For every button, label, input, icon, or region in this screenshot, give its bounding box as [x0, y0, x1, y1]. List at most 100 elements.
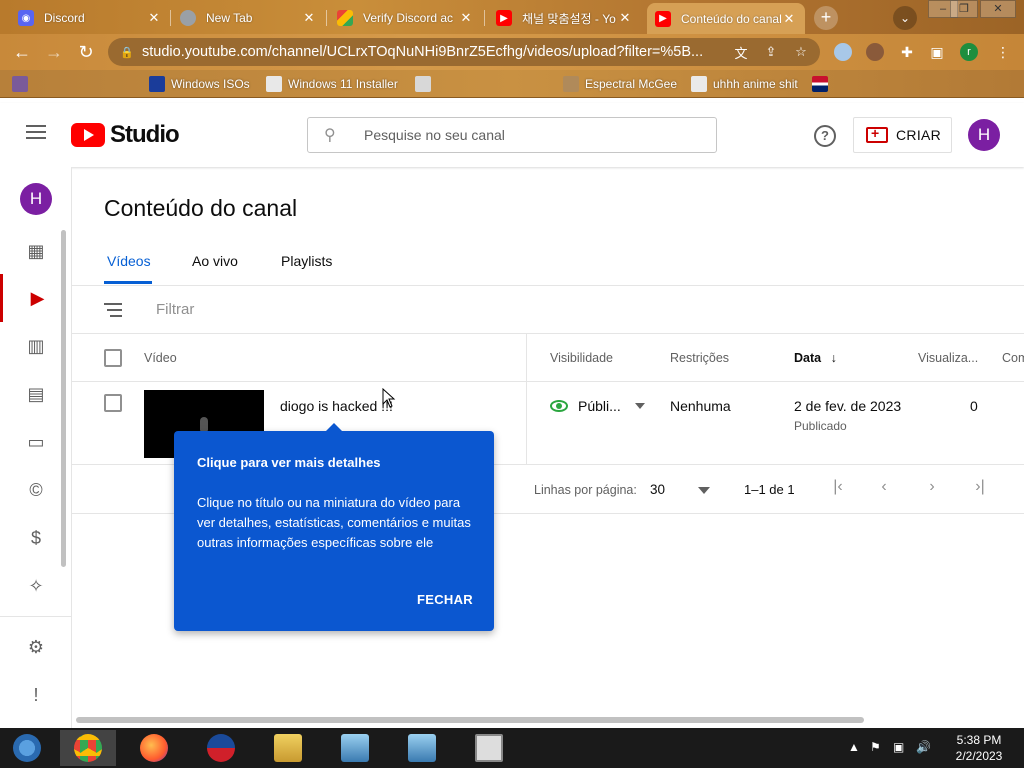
date-value: 2 de fev. de 2023	[794, 398, 902, 414]
address-bar[interactable]: 🔒 studio.youtube.com/channel/UCLrxTOqNuN…	[108, 38, 820, 66]
tooltip-title: Clique para ver mais detalhes	[197, 455, 381, 470]
bookmark-item[interactable]: Windows ISOs	[149, 75, 250, 93]
close-tab-icon[interactable]: ✕	[617, 10, 633, 26]
new-tab-button[interactable]: +	[814, 6, 838, 30]
first-page-icon[interactable]: |‹	[828, 478, 848, 496]
close-tab-icon[interactable]: ✕	[781, 11, 797, 27]
video-title[interactable]: diogo is hacked !!!	[280, 398, 393, 414]
previous-page-icon[interactable]: ‹	[874, 478, 894, 496]
left-nav-rail: H ▦ ▶ ▥ ▤ ▭ © $ ✧ ⚙ !	[0, 167, 72, 728]
tab-live[interactable]: Ao vivo	[192, 253, 238, 269]
taskbar-app[interactable]	[461, 730, 517, 766]
tab-label: Discord	[44, 11, 85, 25]
browser-menu-icon[interactable]: ⋮	[994, 43, 1012, 61]
bookmark-star-icon[interactable]: ☆	[790, 44, 812, 60]
network-icon[interactable]: ▣	[893, 740, 904, 754]
bookmark-folder-icon	[12, 76, 28, 92]
bookmark-item[interactable]	[415, 75, 437, 93]
column-visibility[interactable]: Visibilidade	[550, 351, 613, 365]
maximize-button[interactable]: ❐	[950, 0, 978, 18]
content-tabs: Vídeos Ao vivo Playlists	[72, 237, 1024, 286]
last-page-icon[interactable]: ›|	[970, 478, 990, 496]
taskbar-chrome[interactable]	[60, 730, 116, 766]
column-comments[interactable]: Com	[1002, 351, 1024, 365]
search-input[interactable]	[364, 127, 664, 143]
bookmark-item[interactable]: Windows 11 Installer	[266, 75, 398, 93]
help-icon[interactable]: ?	[814, 125, 836, 147]
back-icon[interactable]: ←	[10, 40, 34, 64]
select-all-checkbox[interactable]	[104, 349, 122, 367]
next-page-icon[interactable]: ›	[922, 478, 942, 496]
close-tab-icon[interactable]: ✕	[301, 10, 317, 26]
visibility-value: Públi...	[578, 398, 621, 414]
channel-search[interactable]: ⚲	[307, 117, 717, 153]
tab-label: New Tab	[206, 11, 253, 25]
taskbar-file-explorer[interactable]	[260, 730, 316, 766]
column-restrictions[interactable]: Restrições	[670, 351, 729, 365]
translate-icon[interactable]: 文	[730, 43, 752, 62]
browser-tab-channel-content[interactable]: ▶ Conteúdo do canal ✕	[647, 3, 805, 34]
tooltip-close-button[interactable]: FECHAR	[417, 592, 473, 607]
side-panel-icon[interactable]: ▣	[928, 43, 946, 61]
extensions-puzzle-icon[interactable]: ✚	[898, 43, 916, 61]
forward-icon[interactable]: →	[42, 40, 66, 64]
caret-down-icon[interactable]	[698, 487, 710, 494]
analytics-icon: ▥	[27, 335, 45, 356]
youtube-studio-logo[interactable]: Studio	[71, 121, 180, 149]
close-window-button[interactable]: ✕	[980, 0, 1016, 18]
horizontal-scrollbar[interactable]	[76, 717, 864, 723]
tab-search-button[interactable]: ⌄	[893, 6, 917, 30]
tab-playlists[interactable]: Playlists	[281, 253, 332, 269]
row-checkbox[interactable]	[104, 394, 122, 412]
channel-avatar[interactable]: H	[20, 183, 52, 215]
comments-icon: ▤	[27, 383, 45, 404]
bookmark-label: Espectral McGee	[585, 77, 678, 91]
account-avatar[interactable]: H	[968, 119, 1000, 151]
close-tab-icon[interactable]: ✕	[146, 10, 162, 26]
bookmark-item[interactable]	[12, 75, 34, 93]
browser-tab-discord[interactable]: ◉ Discord ✕	[10, 4, 170, 32]
tray-overflow-icon[interactable]: ▲	[848, 740, 860, 754]
system-clock[interactable]: 5:38 PM 2/2/2023	[944, 732, 1014, 764]
share-icon[interactable]: ⇪	[760, 44, 782, 60]
rail-scrollbar[interactable]	[61, 230, 66, 567]
avatar-extension-icon[interactable]	[866, 43, 884, 61]
browser-toolbar: ← → ↻ 🔒 studio.youtube.com/channel/UCLrx…	[0, 34, 1024, 70]
flag-extension-icon[interactable]	[834, 43, 852, 61]
profile-avatar[interactable]: r	[960, 43, 978, 61]
magic-wand-icon: ✧	[28, 575, 44, 596]
tooltip-body: Clique no título ou na miniatura do víde…	[197, 495, 471, 550]
bookmark-label: uhhh anime shit	[713, 77, 798, 91]
face-icon	[415, 76, 431, 92]
column-views[interactable]: Visualiza...	[918, 351, 978, 365]
close-tab-icon[interactable]: ✕	[458, 10, 474, 26]
action-center-flag-icon[interactable]: ⚑	[870, 740, 881, 754]
tab-videos[interactable]: Vídeos	[107, 253, 151, 269]
filter-icon[interactable]	[104, 303, 122, 321]
reload-icon[interactable]: ↻	[74, 40, 98, 64]
nav-settings[interactable]: ⚙	[0, 623, 72, 671]
bookmark-item[interactable]: uhhh anime shit	[691, 75, 798, 93]
visibility-dropdown[interactable]: Públi...	[550, 398, 645, 414]
create-button[interactable]: CRIAR	[853, 117, 952, 153]
menu-icon[interactable]	[26, 125, 46, 139]
firefox-icon	[140, 734, 168, 762]
filter-input[interactable]: Filtrar	[156, 301, 194, 318]
bookmark-item[interactable]	[812, 75, 834, 93]
taskbar-firefox[interactable]	[126, 730, 182, 766]
browser-tab-channel-customization[interactable]: ▶ 채널 맞춤설정 - Yo ✕	[488, 4, 641, 32]
browser-tab-new-tab[interactable]: New Tab ✕	[172, 4, 325, 32]
taskbar-app[interactable]	[327, 730, 383, 766]
browser-tab-verify-discord[interactable]: Verify Discord ac ✕	[329, 4, 482, 32]
rows-per-page-select[interactable]: 30	[650, 482, 665, 497]
computer-icon	[341, 734, 369, 762]
start-button[interactable]	[0, 730, 54, 766]
bookmark-item[interactable]: Espectral McGee	[563, 75, 677, 93]
nav-feedback[interactable]: !	[0, 671, 72, 719]
column-date[interactable]: Data ↓	[794, 351, 837, 365]
nav-customization[interactable]: ✧	[0, 562, 72, 610]
taskbar-app-obama[interactable]	[193, 730, 249, 766]
volume-icon[interactable]: 🔊	[916, 740, 931, 754]
filter-bar[interactable]: Filtrar	[72, 286, 1024, 334]
taskbar-app[interactable]	[394, 730, 450, 766]
